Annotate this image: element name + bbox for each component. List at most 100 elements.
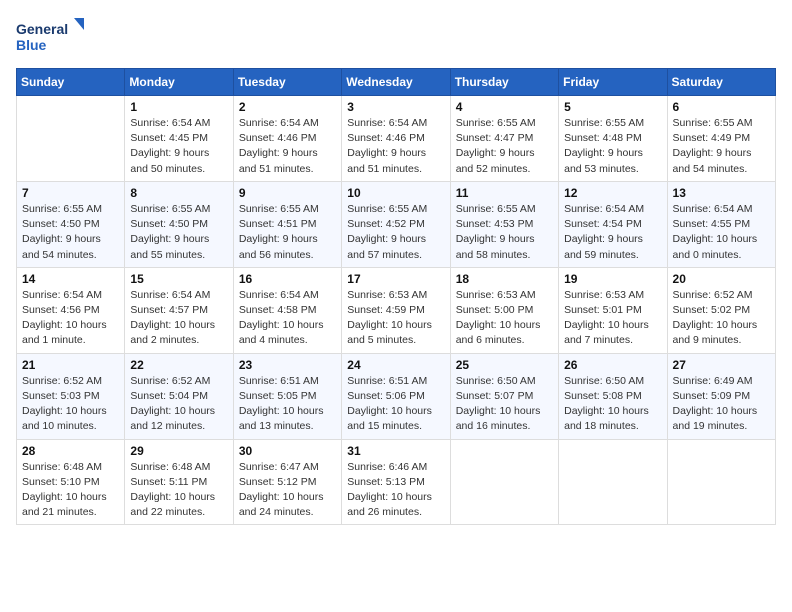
calendar-cell: 2 Sunrise: 6:54 AM Sunset: 4:46 PM Daylig…: [233, 96, 341, 182]
calendar-cell: 7 Sunrise: 6:55 AM Sunset: 4:50 PM Daylig…: [17, 181, 125, 267]
day-number: 28: [22, 444, 119, 458]
day-number: 16: [239, 272, 336, 286]
header-saturday: Saturday: [667, 69, 775, 96]
day-number: 19: [564, 272, 661, 286]
day-info: Sunrise: 6:54 AM Sunset: 4:55 PM Dayligh…: [673, 202, 770, 263]
day-number: 18: [456, 272, 553, 286]
calendar-cell: 4 Sunrise: 6:55 AM Sunset: 4:47 PM Daylig…: [450, 96, 558, 182]
day-number: 23: [239, 358, 336, 372]
calendar-cell: 6 Sunrise: 6:55 AM Sunset: 4:49 PM Daylig…: [667, 96, 775, 182]
day-info: Sunrise: 6:55 AM Sunset: 4:53 PM Dayligh…: [456, 202, 553, 263]
calendar-cell: 27 Sunrise: 6:49 AM Sunset: 5:09 PM Dayli…: [667, 353, 775, 439]
day-number: 7: [22, 186, 119, 200]
calendar-cell: 9 Sunrise: 6:55 AM Sunset: 4:51 PM Daylig…: [233, 181, 341, 267]
day-number: 9: [239, 186, 336, 200]
week-row-2: 7 Sunrise: 6:55 AM Sunset: 4:50 PM Daylig…: [17, 181, 776, 267]
calendar-header-row: SundayMondayTuesdayWednesdayThursdayFrid…: [17, 69, 776, 96]
day-info: Sunrise: 6:52 AM Sunset: 5:03 PM Dayligh…: [22, 374, 119, 435]
header-friday: Friday: [559, 69, 667, 96]
calendar-cell: 14 Sunrise: 6:54 AM Sunset: 4:56 PM Dayli…: [17, 267, 125, 353]
calendar-cell: 21 Sunrise: 6:52 AM Sunset: 5:03 PM Dayli…: [17, 353, 125, 439]
day-number: 27: [673, 358, 770, 372]
week-row-4: 21 Sunrise: 6:52 AM Sunset: 5:03 PM Dayli…: [17, 353, 776, 439]
day-info: Sunrise: 6:46 AM Sunset: 5:13 PM Dayligh…: [347, 460, 444, 521]
calendar-cell: 1Sunrise: 6:54 AM Sunset: 4:45 PM Daylig…: [125, 96, 233, 182]
day-info: Sunrise: 6:51 AM Sunset: 5:06 PM Dayligh…: [347, 374, 444, 435]
calendar-cell: 30Sunrise: 6:47 AM Sunset: 5:12 PM Dayli…: [233, 439, 341, 525]
day-info: Sunrise: 6:55 AM Sunset: 4:50 PM Dayligh…: [130, 202, 227, 263]
day-info: Sunrise: 6:48 AM Sunset: 5:11 PM Dayligh…: [130, 460, 227, 521]
day-number: 22: [130, 358, 227, 372]
calendar-cell: 29 Sunrise: 6:48 AM Sunset: 5:11 PM Dayli…: [125, 439, 233, 525]
logo: General Blue: [16, 16, 86, 56]
calendar-cell: 24 Sunrise: 6:51 AM Sunset: 5:06 PM Dayli…: [342, 353, 450, 439]
day-number: 31: [347, 444, 444, 458]
day-info: Sunrise: 6:55 AM Sunset: 4:50 PM Dayligh…: [22, 202, 119, 263]
day-info: Sunrise: 6:55 AM Sunset: 4:47 PM Dayligh…: [456, 116, 553, 177]
day-number: 21: [22, 358, 119, 372]
day-number: 4: [456, 100, 553, 114]
svg-text:Blue: Blue: [16, 37, 47, 53]
day-number: 25: [456, 358, 553, 372]
header-sunday: Sunday: [17, 69, 125, 96]
day-number: 29: [130, 444, 227, 458]
day-info: Sunrise: 6:50 AM Sunset: 5:08 PM Dayligh…: [564, 374, 661, 435]
calendar-cell: 15 Sunrise: 6:54 AM Sunset: 4:57 PM Dayli…: [125, 267, 233, 353]
day-number: 17: [347, 272, 444, 286]
day-number: 2: [239, 100, 336, 114]
day-number: 5: [564, 100, 661, 114]
day-info: Sunrise: 6:48 AM Sunset: 5:10 PM Dayligh…: [22, 460, 119, 521]
calendar-cell: 16 Sunrise: 6:54 AM Sunset: 4:58 PM Dayli…: [233, 267, 341, 353]
calendar-cell: 25Sunrise: 6:50 AM Sunset: 5:07 PM Dayli…: [450, 353, 558, 439]
day-info: Sunrise: 6:55 AM Sunset: 4:52 PM Dayligh…: [347, 202, 444, 263]
calendar-cell: [17, 96, 125, 182]
day-info: Sunrise: 6:55 AM Sunset: 4:49 PM Dayligh…: [673, 116, 770, 177]
calendar-cell: 12Sunrise: 6:54 AM Sunset: 4:54 PM Dayli…: [559, 181, 667, 267]
calendar-cell: 5 Sunrise: 6:55 AM Sunset: 4:48 PM Daylig…: [559, 96, 667, 182]
day-number: 14: [22, 272, 119, 286]
day-info: Sunrise: 6:55 AM Sunset: 4:51 PM Dayligh…: [239, 202, 336, 263]
calendar-cell: 13 Sunrise: 6:54 AM Sunset: 4:55 PM Dayli…: [667, 181, 775, 267]
day-info: Sunrise: 6:52 AM Sunset: 5:02 PM Dayligh…: [673, 288, 770, 349]
calendar-cell: [450, 439, 558, 525]
day-info: Sunrise: 6:54 AM Sunset: 4:46 PM Dayligh…: [347, 116, 444, 177]
day-number: 12: [564, 186, 661, 200]
calendar-cell: 22Sunrise: 6:52 AM Sunset: 5:04 PM Dayli…: [125, 353, 233, 439]
calendar-table: SundayMondayTuesdayWednesdayThursdayFrid…: [16, 68, 776, 525]
day-info: Sunrise: 6:55 AM Sunset: 4:48 PM Dayligh…: [564, 116, 661, 177]
calendar-cell: [667, 439, 775, 525]
week-row-1: 1Sunrise: 6:54 AM Sunset: 4:45 PM Daylig…: [17, 96, 776, 182]
calendar-cell: 8Sunrise: 6:55 AM Sunset: 4:50 PM Daylig…: [125, 181, 233, 267]
day-number: 24: [347, 358, 444, 372]
day-number: 30: [239, 444, 336, 458]
day-number: 20: [673, 272, 770, 286]
day-info: Sunrise: 6:51 AM Sunset: 5:05 PM Dayligh…: [239, 374, 336, 435]
day-info: Sunrise: 6:54 AM Sunset: 4:46 PM Dayligh…: [239, 116, 336, 177]
day-number: 15: [130, 272, 227, 286]
calendar-cell: 20 Sunrise: 6:52 AM Sunset: 5:02 PM Dayli…: [667, 267, 775, 353]
calendar-cell: 11Sunrise: 6:55 AM Sunset: 4:53 PM Dayli…: [450, 181, 558, 267]
calendar-cell: 23 Sunrise: 6:51 AM Sunset: 5:05 PM Dayli…: [233, 353, 341, 439]
day-number: 6: [673, 100, 770, 114]
calendar-cell: 10 Sunrise: 6:55 AM Sunset: 4:52 PM Dayli…: [342, 181, 450, 267]
day-info: Sunrise: 6:53 AM Sunset: 5:00 PM Dayligh…: [456, 288, 553, 349]
day-info: Sunrise: 6:53 AM Sunset: 5:01 PM Dayligh…: [564, 288, 661, 349]
day-number: 10: [347, 186, 444, 200]
day-info: Sunrise: 6:49 AM Sunset: 5:09 PM Dayligh…: [673, 374, 770, 435]
day-number: 13: [673, 186, 770, 200]
day-info: Sunrise: 6:54 AM Sunset: 4:56 PM Dayligh…: [22, 288, 119, 349]
day-info: Sunrise: 6:53 AM Sunset: 4:59 PM Dayligh…: [347, 288, 444, 349]
day-info: Sunrise: 6:54 AM Sunset: 4:45 PM Dayligh…: [130, 116, 227, 177]
week-row-5: 28 Sunrise: 6:48 AM Sunset: 5:10 PM Dayli…: [17, 439, 776, 525]
header-monday: Monday: [125, 69, 233, 96]
header-wednesday: Wednesday: [342, 69, 450, 96]
calendar-cell: 31 Sunrise: 6:46 AM Sunset: 5:13 PM Dayli…: [342, 439, 450, 525]
calendar-cell: 26Sunrise: 6:50 AM Sunset: 5:08 PM Dayli…: [559, 353, 667, 439]
day-info: Sunrise: 6:54 AM Sunset: 4:58 PM Dayligh…: [239, 288, 336, 349]
calendar-cell: 18 Sunrise: 6:53 AM Sunset: 5:00 PM Dayli…: [450, 267, 558, 353]
calendar-cell: 3Sunrise: 6:54 AM Sunset: 4:46 PM Daylig…: [342, 96, 450, 182]
page-header: General Blue: [16, 16, 776, 56]
calendar-cell: 19 Sunrise: 6:53 AM Sunset: 5:01 PM Dayli…: [559, 267, 667, 353]
calendar-cell: 17 Sunrise: 6:53 AM Sunset: 4:59 PM Dayli…: [342, 267, 450, 353]
day-info: Sunrise: 6:54 AM Sunset: 4:57 PM Dayligh…: [130, 288, 227, 349]
